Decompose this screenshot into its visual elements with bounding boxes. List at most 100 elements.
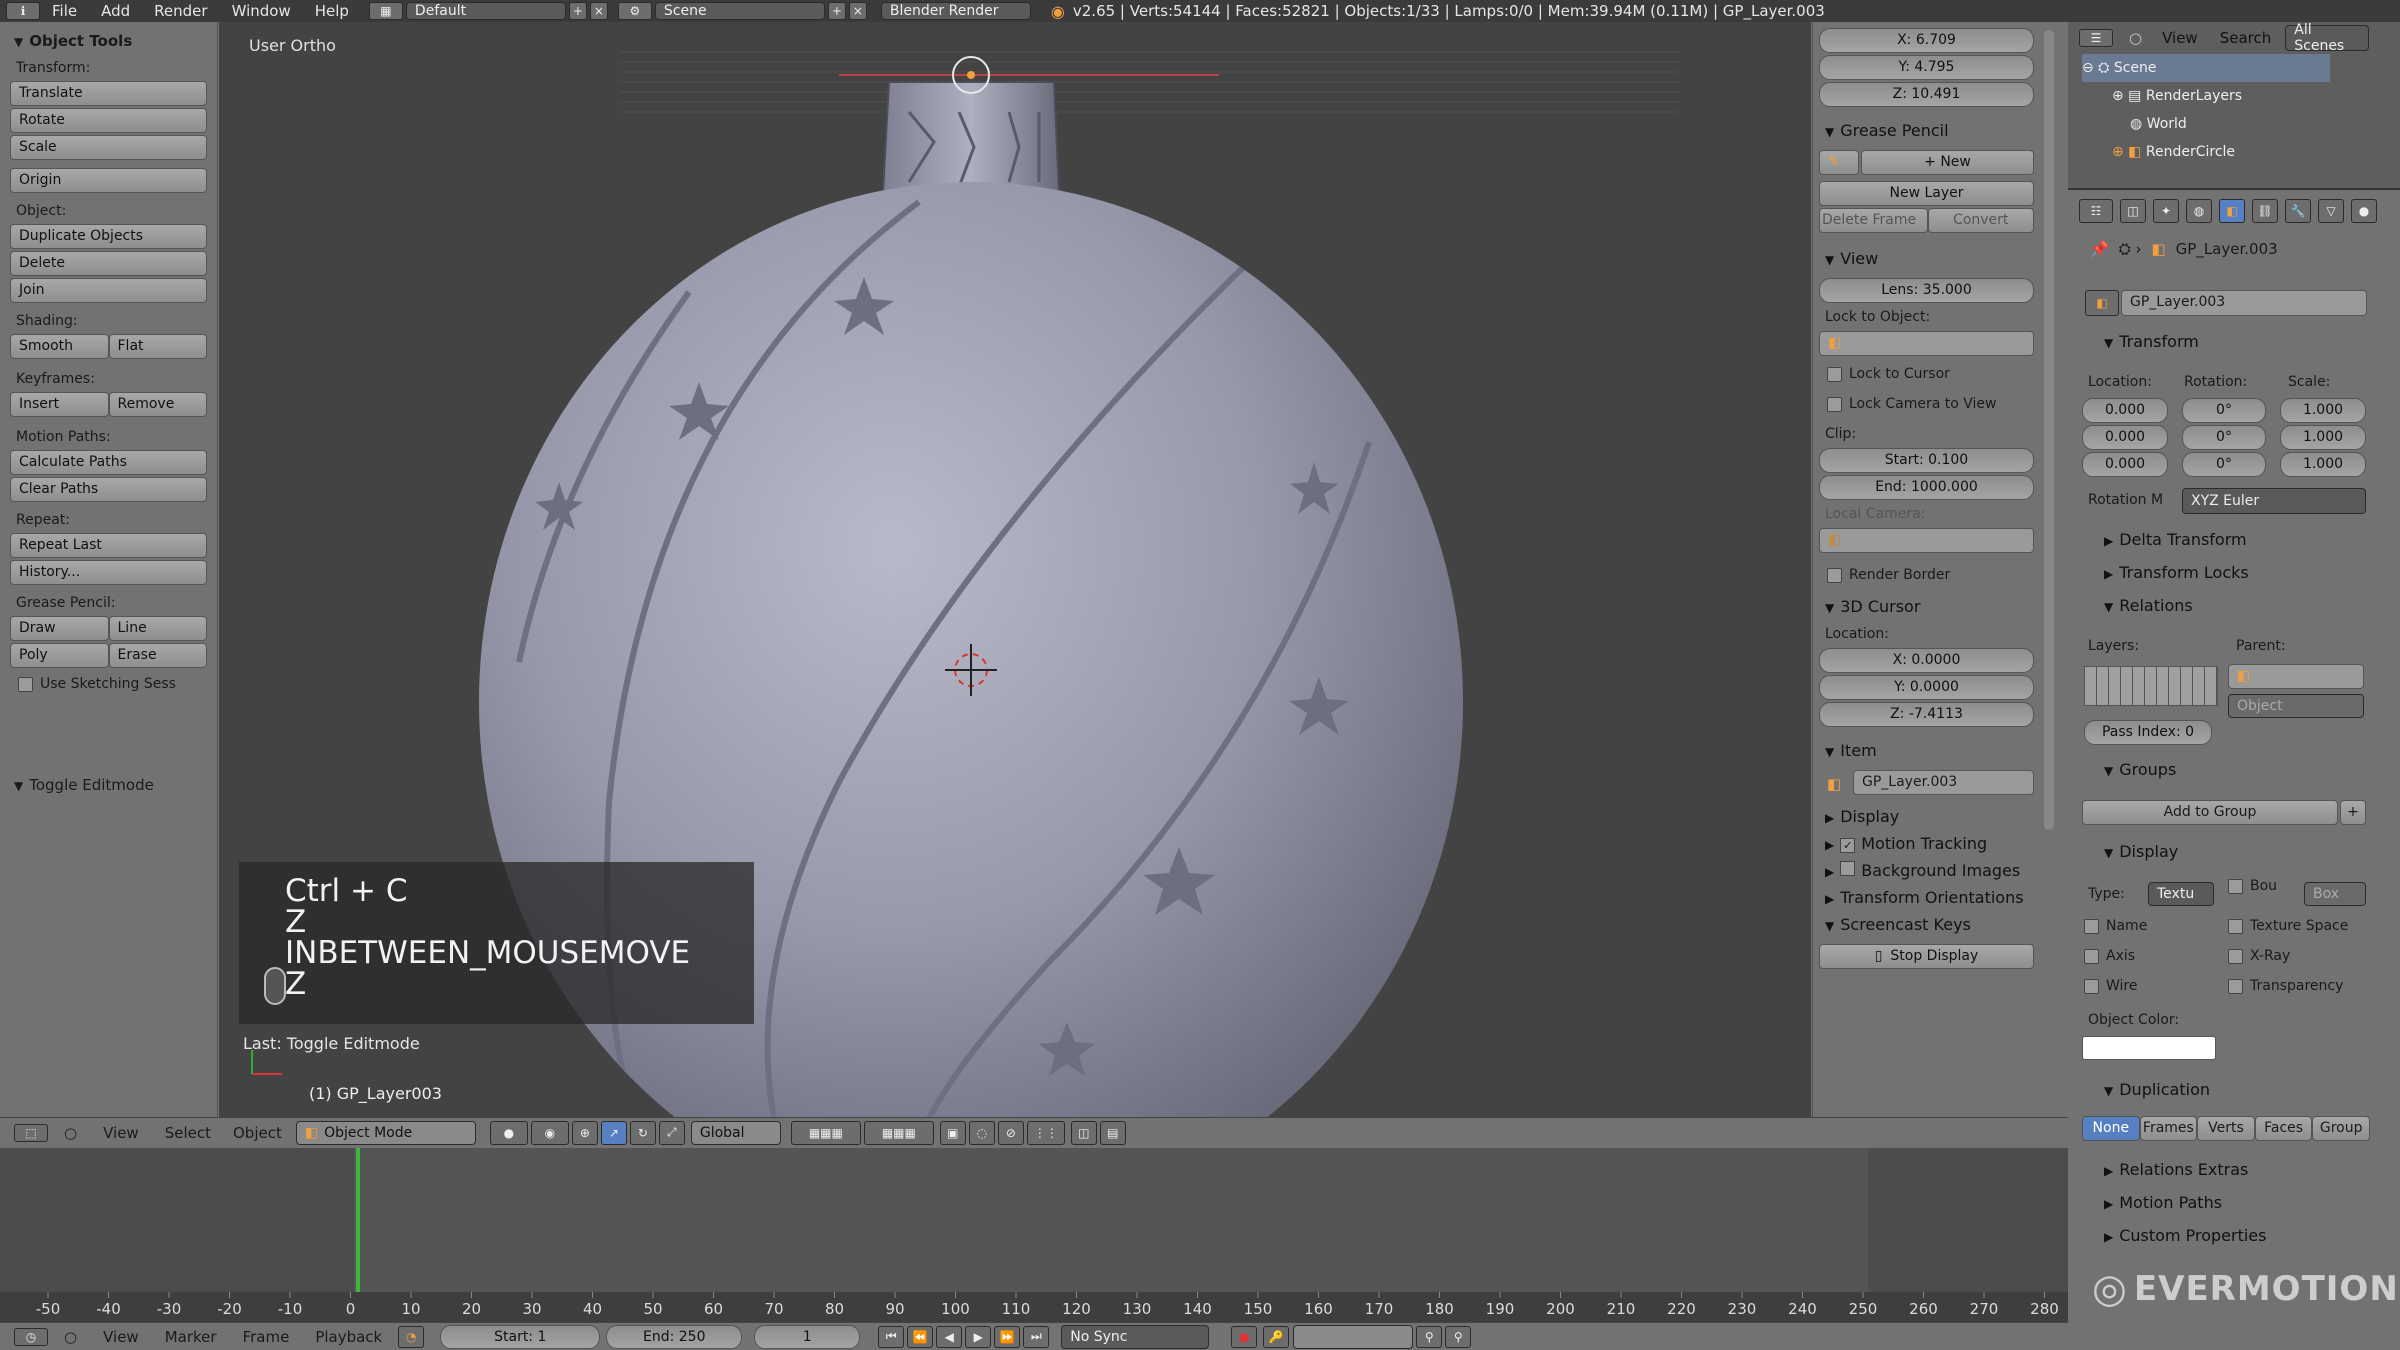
viewport-shading-icon[interactable]: ● xyxy=(489,1120,528,1145)
checkbox-box[interactable] xyxy=(2084,978,2099,994)
material-tab-icon[interactable]: ● xyxy=(2351,199,2377,223)
pass-index-field[interactable]: Pass Index: 0 xyxy=(2084,720,2212,745)
3d-cursor-panel[interactable]: ▼ 3D Cursor xyxy=(1825,597,2034,616)
outliner-item-world[interactable]: ◍ World xyxy=(2082,110,2400,138)
render-engine-select[interactable]: Blender Render xyxy=(880,2,1031,20)
scale-z-field[interactable]: 1.000 xyxy=(2280,452,2366,477)
toggle-editmode-panel[interactable]: ▼ Toggle Editmode xyxy=(14,776,207,794)
motion-tracking-panel[interactable]: ▶ ✓ Motion Tracking xyxy=(1825,834,2034,853)
3d-viewport[interactable]: User Ortho Ctrl + C Z INBETWEEN_MOUSEMOV… xyxy=(219,22,1811,1117)
layers-grid[interactable] xyxy=(2084,666,2218,706)
scene-icon[interactable]: ⚙ xyxy=(617,2,652,20)
menu-file[interactable]: File xyxy=(40,2,89,20)
loc-x-field[interactable]: 0.000 xyxy=(2082,398,2168,423)
rot-z-field[interactable]: 0° xyxy=(2182,452,2266,477)
flat-button[interactable]: Flat xyxy=(108,334,207,359)
lock-layers-icon[interactable]: ▣ xyxy=(939,1120,966,1145)
pencil-icon[interactable]: ✎ xyxy=(1819,150,1859,175)
bounds-type-select[interactable]: Box xyxy=(2304,882,2366,906)
sketching-session-checkbox[interactable]: Use Sketching Sess xyxy=(18,676,207,692)
layers-icon-2[interactable]: ▦▦▦ xyxy=(863,1120,934,1145)
data-tab-icon[interactable]: ▽ xyxy=(2318,199,2344,223)
3d-view-editor-icon[interactable]: ⬚ xyxy=(14,1123,48,1142)
relations-extras-panel[interactable]: ▶ Relations Extras xyxy=(2104,1160,2248,1179)
menu-help[interactable]: Help xyxy=(303,2,361,20)
repeat-last-button[interactable]: Repeat Last xyxy=(10,533,207,558)
delete-button[interactable]: Delete xyxy=(10,251,207,276)
display-panel-right[interactable]: ▼ Display xyxy=(2104,842,2178,861)
wire-checkbox[interactable]: Wire xyxy=(2084,978,2138,994)
properties-editor-icon[interactable]: ☷ xyxy=(2079,199,2113,223)
delete-keyframe-icon[interactable]: ⚲ xyxy=(1445,1325,1472,1348)
display-type-select[interactable]: Textu xyxy=(2148,882,2214,906)
insert-keyframe-icon[interactable]: ⚲ xyxy=(1416,1325,1443,1348)
background-images-panel[interactable]: ▶ Background Images xyxy=(1825,861,2034,880)
add-group-plus-icon[interactable]: + xyxy=(2340,800,2366,825)
scene-tab-icon[interactable]: ✦ xyxy=(2153,199,2179,223)
translate-button[interactable]: Translate xyxy=(10,81,207,106)
new-grease-pencil-button[interactable]: + New xyxy=(1861,150,2034,175)
relations-panel[interactable]: ▼ Relations xyxy=(2104,596,2193,615)
add-scene-icon[interactable]: + xyxy=(827,2,846,20)
lock-to-cursor-checkbox[interactable]: Lock to Cursor xyxy=(1827,366,2034,382)
world-tab-icon[interactable]: ◍ xyxy=(2186,199,2212,223)
display-panel[interactable]: ▶ Display xyxy=(1825,807,2034,826)
record-icon[interactable]: ● xyxy=(1231,1325,1258,1348)
cursor-y-field[interactable]: Y: 0.0000 xyxy=(1819,675,2034,700)
start-frame-field[interactable]: Start: 1 xyxy=(440,1324,601,1349)
transform-panel[interactable]: ▼ Transform xyxy=(2104,332,2199,351)
draw-button[interactable]: Draw xyxy=(10,616,109,641)
dup-faces-option[interactable]: Faces xyxy=(2254,1116,2313,1141)
next-keyframe-icon[interactable]: ⏩ xyxy=(994,1325,1021,1348)
scale-x-field[interactable]: 1.000 xyxy=(2280,398,2366,423)
rot-x-field[interactable]: 0° xyxy=(2182,398,2266,423)
erase-button[interactable]: Erase xyxy=(108,643,207,668)
outliner-search-menu[interactable]: Search xyxy=(2220,29,2272,47)
rot-y-field[interactable]: 0° xyxy=(2182,425,2266,450)
transform-orientation-select[interactable]: Global xyxy=(690,1120,781,1145)
scale-y-field[interactable]: 1.000 xyxy=(2280,425,2366,450)
checkbox-box[interactable] xyxy=(2228,878,2243,894)
prev-keyframe-icon[interactable]: ⏪ xyxy=(907,1325,934,1348)
timeline-editor-icon[interactable]: ◷ xyxy=(14,1327,48,1346)
location-y-field[interactable]: Y: 4.795 xyxy=(1819,55,2034,80)
select-menu[interactable]: Select xyxy=(165,1124,211,1142)
outliner-item-scene[interactable]: ⊖ ⛭ Scene xyxy=(2082,54,2330,82)
outliner-view-menu[interactable]: View xyxy=(2162,29,2198,47)
outliner-item-rendercircle[interactable]: ⊕ ◧ RenderCircle xyxy=(2082,138,2400,158)
cursor-z-field[interactable]: Z: -7.4113 xyxy=(1819,702,2034,727)
lock-object-field[interactable]: ◧ xyxy=(1819,331,2034,356)
screen-layout-icon[interactable]: ▦ xyxy=(368,2,403,20)
sync-mode-select[interactable]: No Sync xyxy=(1061,1324,1210,1349)
object-tab-icon[interactable]: ◧ xyxy=(2219,199,2245,223)
axis-checkbox[interactable]: Axis xyxy=(2084,948,2135,964)
clip-start-field[interactable]: Start: 0.100 xyxy=(1819,448,2034,473)
loc-y-field[interactable]: 0.000 xyxy=(2082,425,2168,450)
checkbox-box[interactable] xyxy=(1827,567,1842,583)
grease-pencil-panel[interactable]: ▼ Grease Pencil xyxy=(1825,121,2034,140)
checkbox-box[interactable] xyxy=(18,676,33,692)
render-animation-icon[interactable]: ▤ xyxy=(1099,1120,1126,1145)
smooth-button[interactable]: Smooth xyxy=(10,334,109,359)
checkbox-box[interactable] xyxy=(2228,978,2243,994)
menu-add[interactable]: Add xyxy=(89,2,142,20)
poly-button[interactable]: Poly xyxy=(10,643,109,668)
jump-start-icon[interactable]: ⏮ xyxy=(878,1325,905,1348)
menu-window[interactable]: Window xyxy=(220,2,303,20)
object-menu[interactable]: Object xyxy=(233,1124,282,1142)
dup-group-option[interactable]: Group xyxy=(2312,1116,2370,1141)
custom-properties-panel[interactable]: ▶ Custom Properties xyxy=(2104,1226,2266,1245)
checkbox-box[interactable] xyxy=(1827,366,1842,382)
join-button[interactable]: Join xyxy=(10,278,207,303)
jump-end-icon[interactable]: ⏭ xyxy=(1023,1325,1050,1348)
screencast-keys-panel[interactable]: ▼ Screencast Keys xyxy=(1825,915,2034,934)
end-frame-field[interactable]: End: 250 xyxy=(606,1324,743,1349)
checkbox-box[interactable] xyxy=(2084,918,2099,934)
checkbox-box[interactable] xyxy=(2228,948,2243,964)
new-layer-button[interactable]: New Layer xyxy=(1819,181,2034,206)
snap-target-icon[interactable]: ⋮⋮ xyxy=(1026,1120,1065,1145)
render-tab-icon[interactable]: ◫ xyxy=(2120,199,2146,223)
loc-z-field[interactable]: 0.000 xyxy=(2082,452,2168,477)
dup-verts-option[interactable]: Verts xyxy=(2197,1116,2255,1141)
stop-display-button[interactable]: ▯ Stop Display xyxy=(1819,944,2034,969)
